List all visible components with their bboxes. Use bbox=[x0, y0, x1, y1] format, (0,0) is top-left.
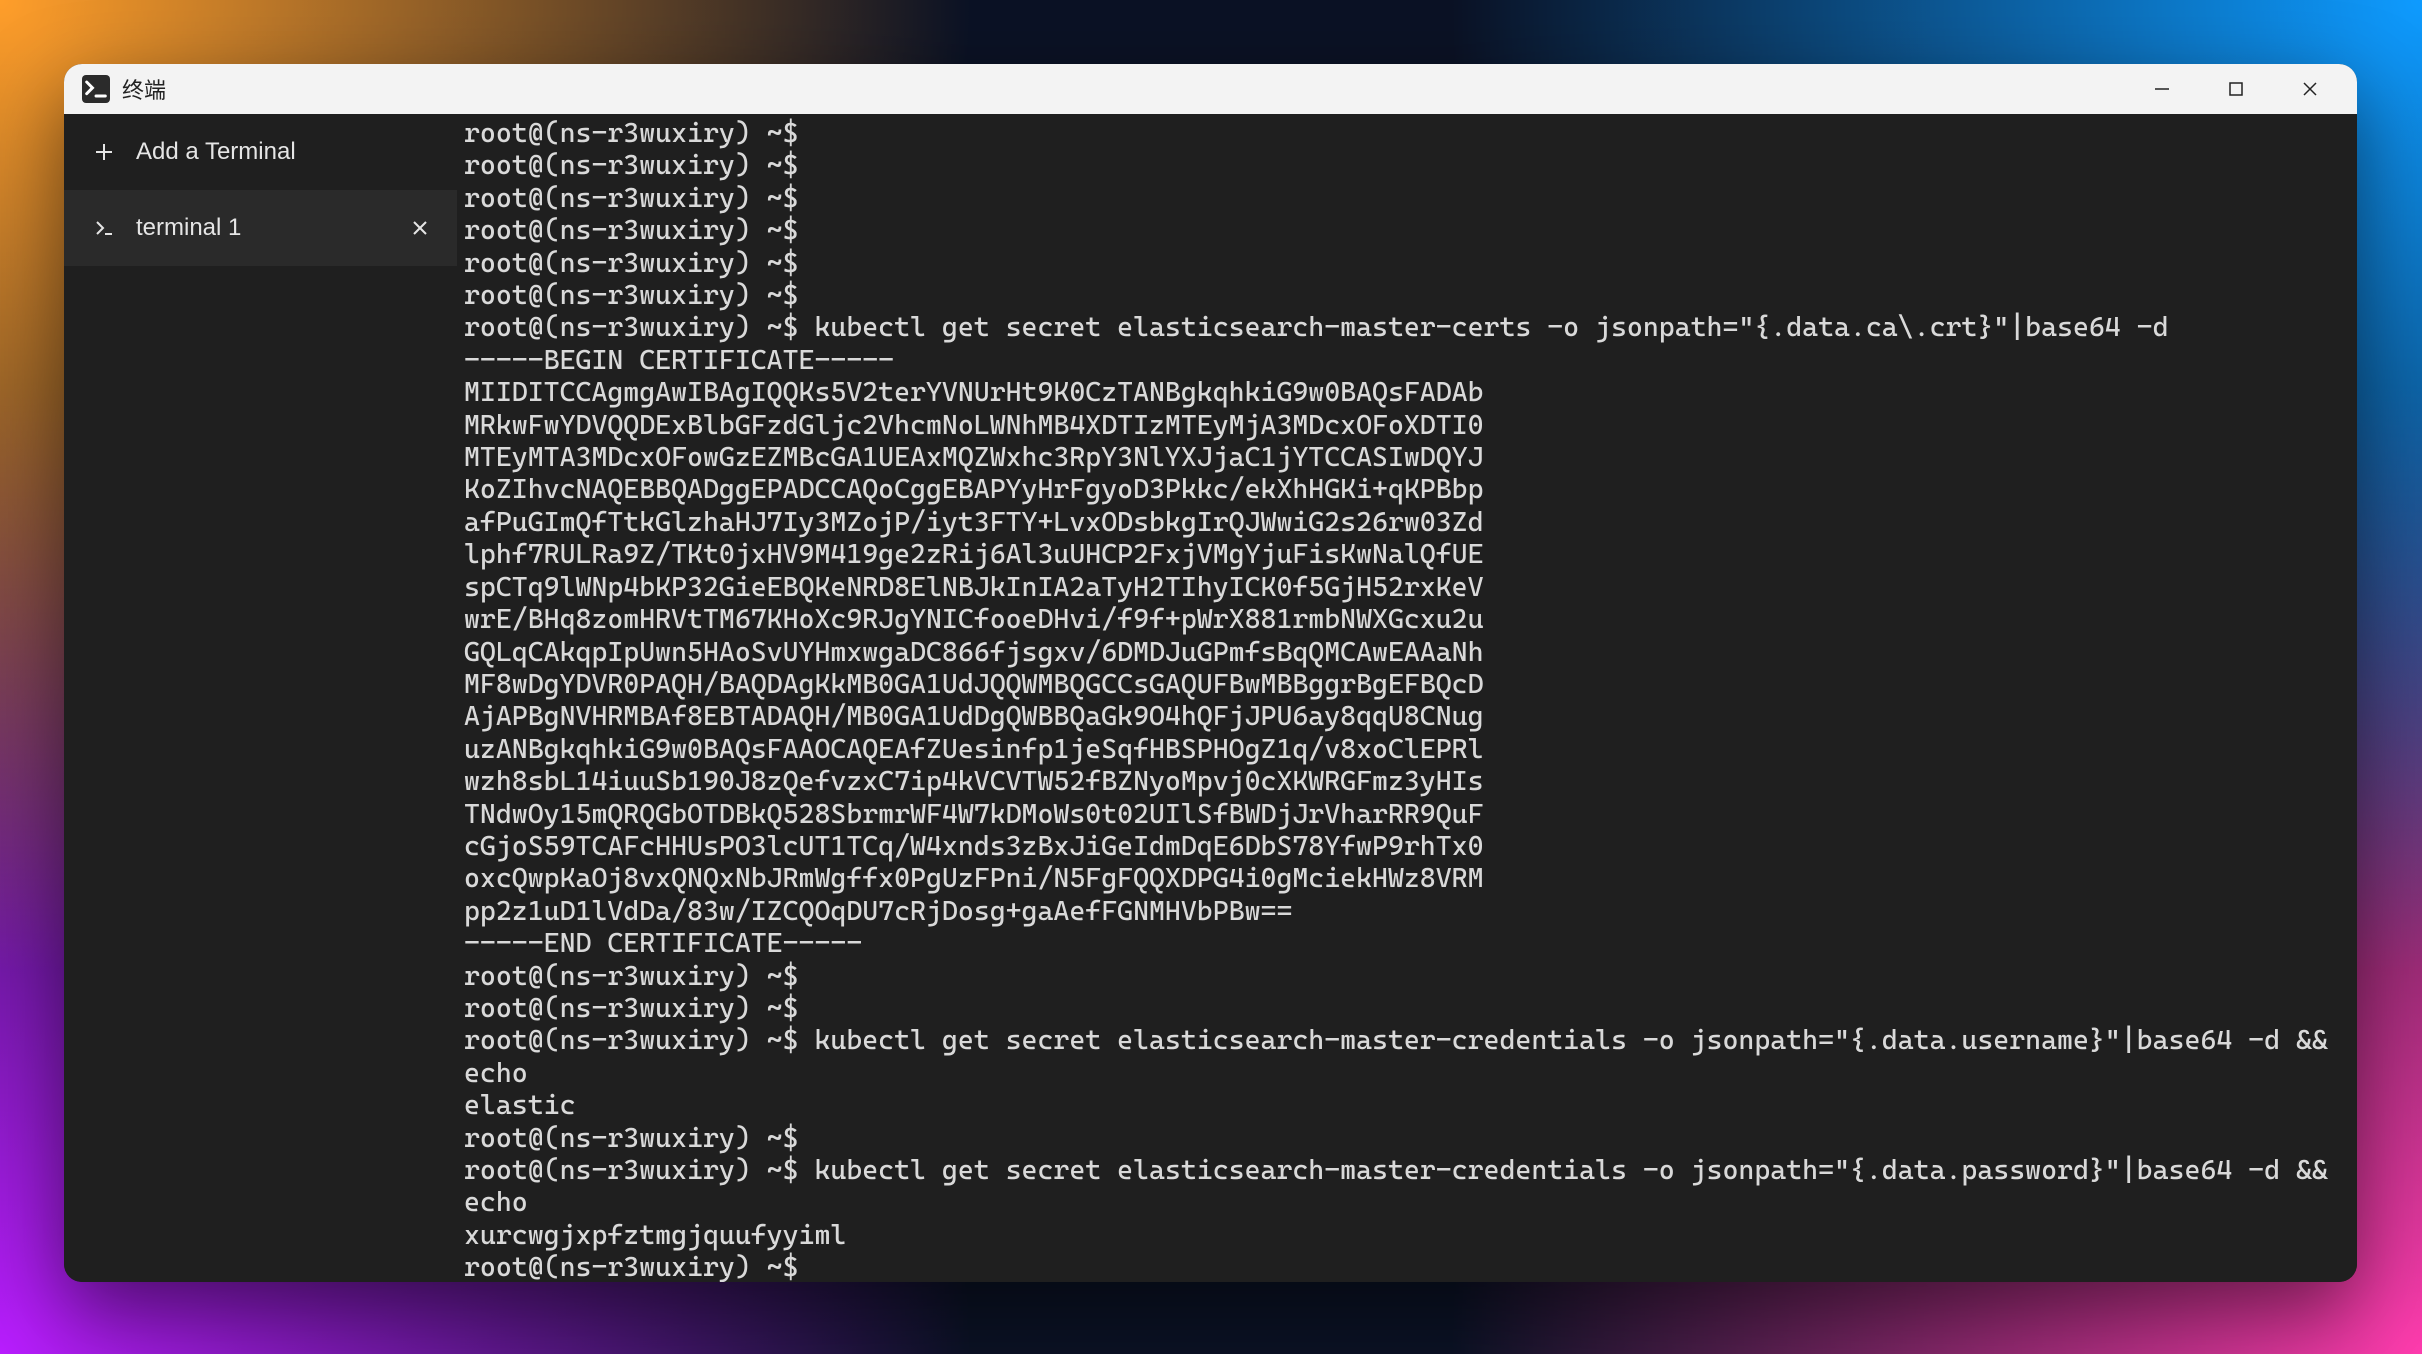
add-terminal-button[interactable]: Add a Terminal bbox=[64, 114, 457, 190]
terminal-icon bbox=[92, 216, 116, 240]
tab-label: terminal 1 bbox=[136, 214, 241, 242]
terminal-tab-1[interactable]: terminal 1 bbox=[64, 190, 457, 266]
app-icon bbox=[82, 75, 110, 103]
tab-left: terminal 1 bbox=[92, 214, 241, 242]
window-controls bbox=[2125, 64, 2347, 114]
plus-icon bbox=[92, 140, 116, 164]
minimize-button[interactable] bbox=[2125, 64, 2199, 114]
close-button[interactable] bbox=[2273, 64, 2347, 114]
titlebar-left: 终端 bbox=[74, 73, 166, 105]
maximize-button[interactable] bbox=[2199, 64, 2273, 114]
terminal-window: 终端 Add a Terminal bbox=[64, 64, 2357, 1282]
titlebar[interactable]: 终端 bbox=[64, 64, 2357, 114]
window-title: 终端 bbox=[122, 73, 166, 105]
tab-close-icon[interactable] bbox=[411, 219, 429, 237]
sidebar: Add a Terminal terminal 1 bbox=[64, 114, 458, 1282]
window-body: Add a Terminal terminal 1 root@(ns-r3wux… bbox=[64, 114, 2357, 1282]
terminal-output[interactable]: root@(ns-r3wuxiry) ~$ root@(ns-r3wuxiry)… bbox=[458, 114, 2357, 1282]
add-terminal-label: Add a Terminal bbox=[136, 138, 296, 166]
